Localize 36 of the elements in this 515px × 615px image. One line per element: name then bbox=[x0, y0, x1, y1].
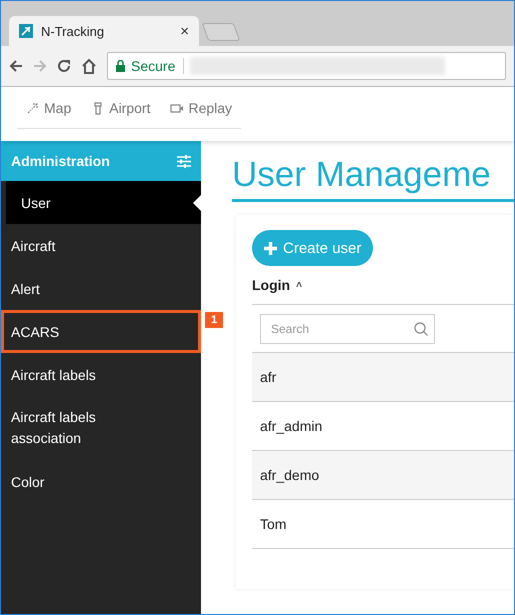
address-bar[interactable]: Secure bbox=[107, 52, 506, 80]
search-icon bbox=[414, 322, 428, 336]
login-cell: afr bbox=[260, 369, 276, 385]
callout-badge: 1 bbox=[205, 312, 224, 328]
sidebar-item[interactable]: Alert bbox=[1, 267, 201, 310]
sidebar-item[interactable]: Aircraft bbox=[1, 224, 201, 267]
login-cell: afr_demo bbox=[260, 467, 320, 483]
lock-icon bbox=[116, 60, 125, 72]
sidebar-item[interactable]: Aircraft labels bbox=[1, 353, 201, 396]
table-row[interactable]: afr bbox=[252, 353, 514, 402]
home-icon[interactable] bbox=[81, 58, 97, 74]
secure-label: Secure bbox=[131, 58, 184, 74]
tab-title: N-Tracking bbox=[41, 24, 106, 38]
close-icon[interactable]: × bbox=[180, 22, 189, 40]
browser-tab[interactable]: N-Tracking × bbox=[9, 16, 199, 46]
page-title: User Manageme bbox=[232, 153, 514, 202]
plus-icon bbox=[264, 242, 277, 254]
airplane-icon bbox=[19, 24, 33, 38]
column-header[interactable]: Login bbox=[252, 277, 290, 293]
sidebar-header: Administration bbox=[1, 141, 201, 181]
nav-link[interactable]: Map bbox=[26, 100, 72, 116]
back-icon[interactable] bbox=[9, 59, 23, 73]
sliders-icon[interactable] bbox=[177, 154, 191, 168]
table-row[interactable]: afr_demo bbox=[252, 451, 514, 500]
login-cell: Tom bbox=[260, 516, 286, 532]
search-field[interactable]: Search bbox=[260, 314, 435, 344]
table-row[interactable]: Tom bbox=[252, 500, 514, 549]
reload-icon[interactable] bbox=[57, 59, 71, 73]
sidebar-item[interactable]: Color bbox=[1, 460, 201, 503]
nav-link[interactable]: Airport bbox=[91, 100, 150, 116]
dashed-arrow-icon bbox=[26, 100, 40, 114]
sort-icon[interactable]: ˄ bbox=[296, 280, 302, 290]
sidebar-item[interactable]: Aircraft labels association bbox=[1, 396, 201, 460]
login-cell: afr_admin bbox=[260, 418, 322, 434]
sidebar-item[interactable]: User bbox=[6, 181, 201, 224]
nav-link[interactable]: Replay bbox=[170, 100, 232, 116]
